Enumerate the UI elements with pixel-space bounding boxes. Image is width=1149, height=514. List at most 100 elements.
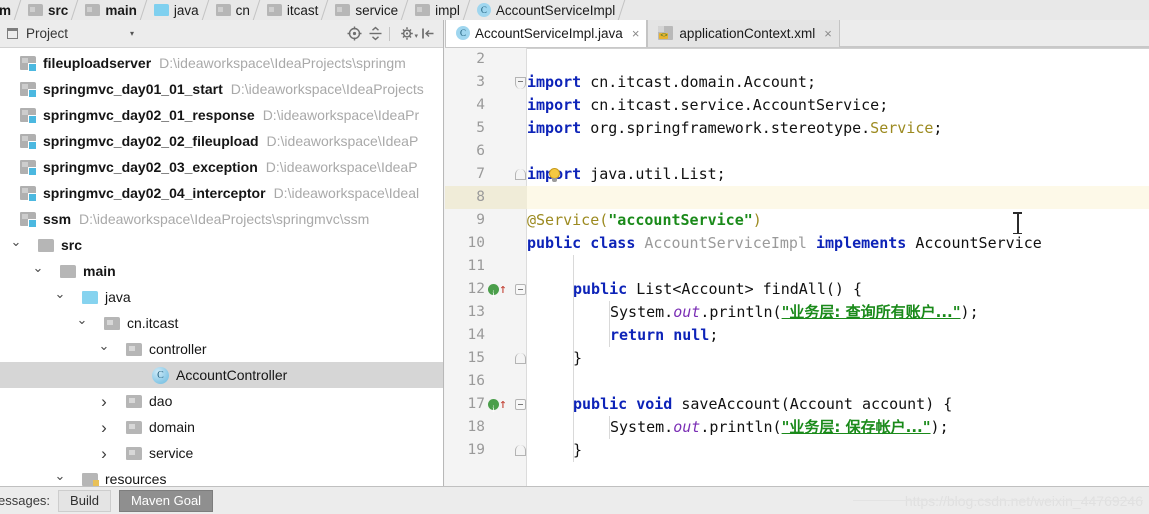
tree-item-label: ssm — [43, 211, 72, 227]
breadcrumb-item-cn[interactable]: cn — [214, 0, 254, 20]
tree-row-springmvc-day01-01-start[interactable]: springmvc_day01_01_start D:\ideaworkspac… — [0, 76, 443, 102]
hide-panel-icon[interactable] — [419, 25, 437, 43]
breadcrumb-item-service[interactable]: service — [333, 0, 402, 20]
code-line: 2 — [445, 48, 1149, 71]
tree-row-accountcontroller[interactable]: C AccountController — [0, 362, 443, 388]
tree-item-label: resources — [105, 471, 167, 486]
locate-target-icon[interactable] — [345, 25, 363, 43]
line-number: 16 — [467, 373, 485, 389]
code-line: 3 import cn.itcast.domain.Account; — [445, 71, 1149, 94]
breadcrumb-item-itcast[interactable]: itcast — [265, 0, 323, 20]
fold-method-end-icon[interactable] — [513, 347, 527, 370]
close-icon[interactable]: × — [632, 27, 640, 40]
tree-row-springmvc-day02-01-response[interactable]: springmvc_day02_01_response D:\ideaworks… — [0, 102, 443, 128]
folder-package-icon — [126, 446, 142, 460]
class-name: AccountServiceImpl — [644, 234, 807, 252]
chevron-down-icon[interactable] — [74, 316, 90, 330]
tree-item-path: D:\ideaworkspace\IdeaProjects — [230, 81, 424, 97]
tree-item-label: domain — [149, 419, 195, 435]
implements-interface-marker-icon[interactable]: ↑ — [487, 278, 509, 306]
tree-row-resources[interactable]: resources — [0, 466, 443, 486]
bottom-tab-maven-goal[interactable]: Maven Goal — [118, 489, 214, 512]
tree-item-path: D:\ideaworkspace\IdeaProjects\springm — [159, 55, 406, 71]
breadcrumb-item-java[interactable]: java — [152, 0, 203, 20]
code-line: 10 public class AccountServiceImpl imple… — [445, 232, 1149, 255]
tree-item-label: service — [149, 445, 194, 461]
bottom-tab-build[interactable]: Build — [58, 489, 111, 512]
code-text: public class AccountServiceImpl implemen… — [527, 232, 1042, 255]
code-text: public void saveAccount(Account account)… — [573, 393, 952, 416]
tree-row-dao[interactable]: dao — [0, 388, 443, 414]
line-number: 13 — [467, 304, 485, 320]
tree-row-springmvc-day02-03-exception[interactable]: springmvc_day02_03_exception D:\ideawork… — [0, 154, 443, 180]
breadcrumb-separator-icon — [141, 0, 152, 20]
breadcrumb-item-ssm[interactable]: ssm — [0, 0, 15, 20]
method-signature-findall: List<Account> findAll() { — [627, 280, 862, 298]
tree-row-controller[interactable]: controller — [0, 336, 443, 362]
breadcrumb-item-accountserviceimpl[interactable]: C AccountServiceImpl — [475, 0, 619, 20]
implements-interface-marker-icon[interactable]: ↑ — [487, 393, 509, 421]
tree-row-fileuploadserver[interactable]: fileuploadserver D:\ideaworkspace\IdeaPr… — [0, 50, 443, 76]
breadcrumb-separator-icon — [619, 0, 630, 20]
chevron-down-icon[interactable] — [96, 342, 112, 356]
tab-applicationcontext-xml[interactable]: <> applicationContext.xml × — [647, 20, 840, 47]
close-icon[interactable]: × — [824, 27, 832, 40]
chevron-down-icon[interactable]: ▾ — [130, 29, 134, 38]
tree-row-domain[interactable]: domain — [0, 414, 443, 440]
lightbulb-quickfix-icon[interactable] — [548, 168, 561, 183]
fold-method-end-icon[interactable] — [513, 439, 527, 462]
println-call: .println( — [700, 303, 782, 321]
breadcrumb-item-impl[interactable]: impl — [413, 0, 464, 20]
fold-method-icon[interactable] — [513, 278, 527, 301]
settings-gear-icon[interactable]: ▾ — [398, 25, 418, 43]
breadcrumb-label: service — [355, 2, 399, 18]
tree-item-label: main — [83, 263, 116, 279]
folder-package-icon — [266, 4, 282, 16]
keyword-null: null — [673, 326, 710, 344]
tree-row-cn-itcast[interactable]: cn.itcast — [0, 310, 443, 336]
code-text: } — [573, 347, 582, 370]
code-line: 12 ↑ public List<Account> findAll() { — [445, 278, 1149, 306]
tree-row-springmvc-day02-04-interceptor[interactable]: springmvc_day02_04_interceptor D:\ideawo… — [0, 180, 443, 206]
tree-row-src[interactable]: src — [0, 232, 443, 258]
code-text: System.out.println("业务层: 保存帐户..."); — [610, 416, 949, 439]
java-class-icon: C — [456, 26, 470, 40]
tree-row-ssm[interactable]: ssm D:\ideaworkspace\IdeaProjects\spring… — [0, 206, 443, 232]
breadcrumb-item-src[interactable]: src — [26, 0, 72, 20]
module-icon — [20, 212, 37, 228]
tree-row-main[interactable]: main — [0, 258, 443, 284]
tab-accountserviceimpl-java[interactable]: C AccountServiceImpl.java × — [445, 20, 648, 47]
breadcrumb-label: AccountServiceImpl — [495, 2, 616, 18]
tree-row-springmvc-day02-02-fileupload[interactable]: springmvc_day02_02_fileupload D:\ideawor… — [0, 128, 443, 154]
import-path: java.util.List; — [581, 165, 726, 183]
module-icon — [20, 160, 37, 176]
java-class-icon: C — [152, 366, 169, 384]
breadcrumb-separator-icon — [464, 0, 475, 20]
collapse-all-icon[interactable] — [366, 25, 384, 43]
chevron-right-icon[interactable] — [96, 445, 112, 462]
tree-row-java[interactable]: java — [0, 284, 443, 310]
chevron-right-icon[interactable] — [96, 393, 112, 410]
tree-row-service[interactable]: service — [0, 440, 443, 466]
breadcrumb-item-main[interactable]: main — [83, 0, 141, 20]
chevron-down-icon[interactable] — [30, 264, 46, 278]
import-path: cn.itcast.service.AccountService; — [581, 96, 889, 114]
chevron-down-icon[interactable] — [52, 472, 68, 486]
project-tree[interactable]: fileuploadserver D:\ideaworkspace\IdeaPr… — [0, 48, 443, 486]
bottom-tab-label: Build — [70, 493, 99, 508]
project-panel-header: Project ▾ ▾ — [0, 20, 443, 48]
chevron-down-icon[interactable] — [8, 238, 24, 252]
watermark-underline — [853, 500, 1143, 501]
code-editor[interactable]: 2 3 import cn.itcast.domain.Account; 4 i… — [445, 48, 1149, 486]
fold-region-start-icon[interactable] — [513, 71, 527, 94]
chevron-right-icon[interactable] — [96, 419, 112, 436]
field-out: out — [673, 418, 701, 436]
code-line: 17 ↑ public void saveAccount(Account acc… — [445, 393, 1149, 421]
folder-blue-icon — [153, 4, 169, 16]
fold-region-end-icon[interactable] — [513, 163, 527, 186]
keyword-class: class — [590, 234, 636, 252]
code-line: 13 System.out.println("业务层: 查询所有账户..."); — [445, 301, 1149, 324]
chevron-down-icon[interactable] — [52, 290, 68, 304]
xml-file-icon: <> — [658, 26, 674, 40]
fold-method-icon[interactable] — [513, 393, 527, 416]
